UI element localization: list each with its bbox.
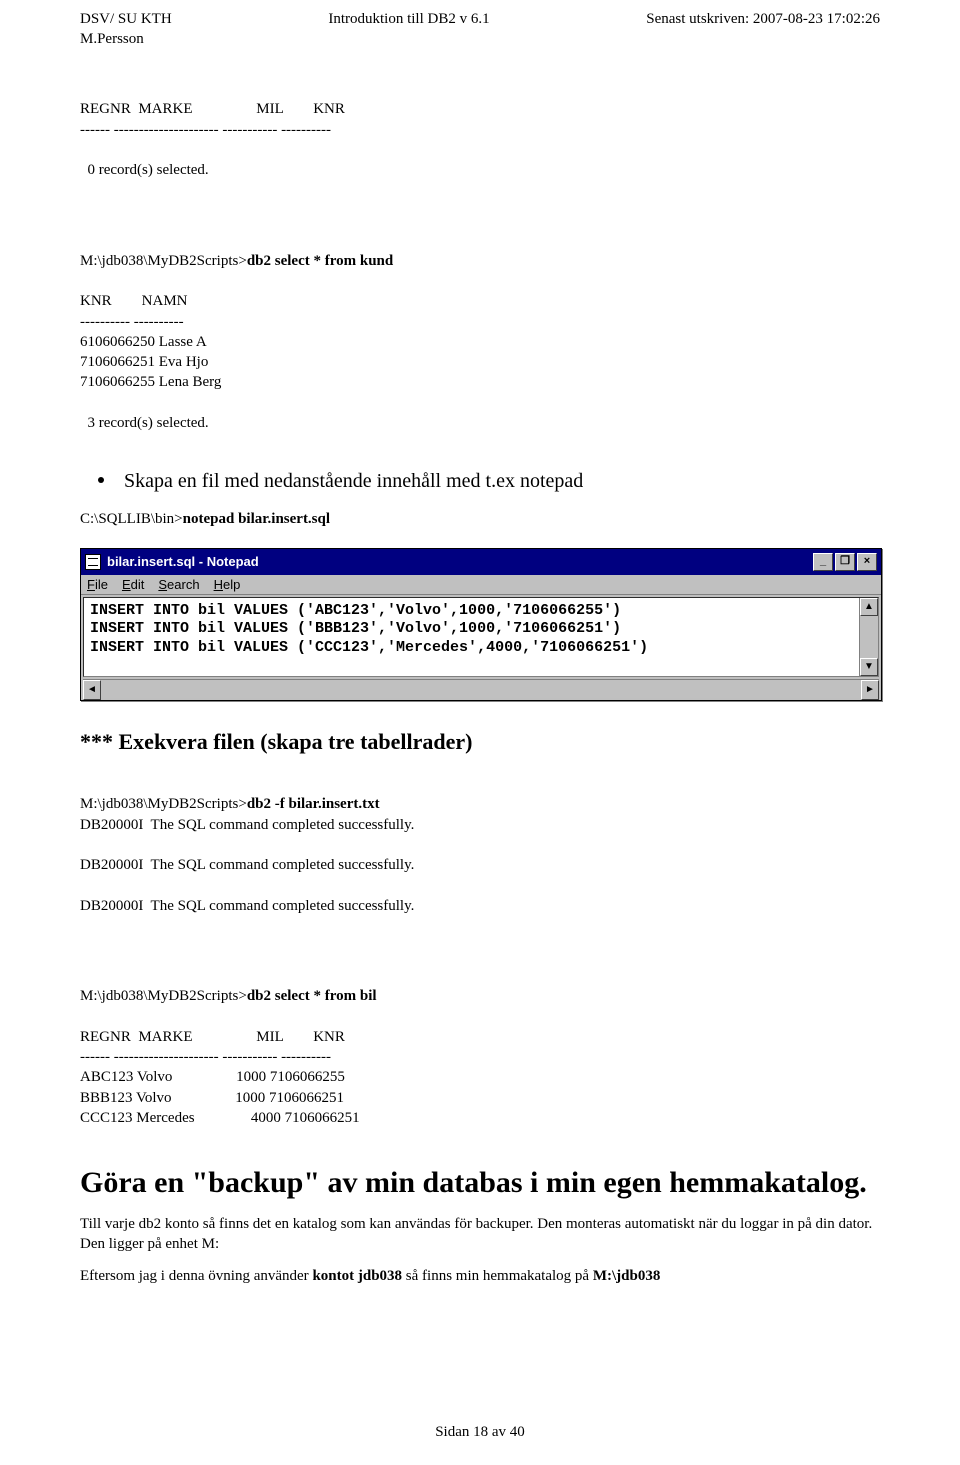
close-button[interactable]: × [857,553,877,571]
bullet-create-file: Skapa en fil med nedanstående innehåll m… [80,467,880,495]
vertical-scrollbar[interactable]: ▲ ▼ [859,598,878,676]
exec-output: M:\jdb038\MyDB2Scripts>db2 -f bilar.inse… [80,774,880,936]
window-title: bilar.insert.sql - Notepad [107,554,259,569]
cmd-bold: notepad bilar.insert.sql [183,511,330,527]
cmd-bold: db2 -f bilar.insert.txt [247,796,380,812]
menu-search[interactable]: Search [158,577,199,592]
row-1: 6106066250 Lasse A [80,334,207,350]
header-center: Introduktion till DB2 v 6.1 [328,10,489,49]
editor-line-2: INSERT INTO bil VALUES ('BBB123','Volvo'… [90,620,621,637]
bullet-text: Skapa en fil med nedanstående innehåll m… [124,467,583,495]
cmd-prefix: M:\jdb038\MyDB2Scripts> [80,253,247,269]
notepad-window: bilar.insert.sql - Notepad _ ❐ × File Ed… [80,548,882,701]
row-3: 7106066255 Lena Berg [80,374,221,390]
menubar: File Edit Search Help [81,575,881,595]
scroll-down-button[interactable]: ▼ [860,658,878,676]
notepad-open-cmd: C:\SQLLIB\bin>notepad bilar.insert.sql [80,509,880,529]
separator: ---------- ---------- [80,314,184,330]
page-header: DSV/ SU KTH M.Persson Introduktion till … [80,10,880,49]
records-selected: 0 record(s) selected. [80,162,209,178]
cmd-prefix: M:\jdb038\MyDB2Scripts> [80,796,247,812]
p2-prefix: Eftersom jag i denna övning använder [80,1268,312,1284]
cols-header: REGNR MARKE MIL KNR [80,1029,345,1045]
scroll-track[interactable] [101,680,861,698]
backup-para-2: Eftersom jag i denna övning använder kon… [80,1266,880,1286]
cmd-line: M:\jdb038\MyDB2Scripts>db2 select * from… [80,988,377,1004]
maximize-button[interactable]: ❐ [835,553,855,571]
cmd-line: M:\jdb038\MyDB2Scripts>db2 select * from… [80,253,393,269]
cmd-bold: db2 select * from kund [247,253,393,269]
cmd-prefix: M:\jdb038\MyDB2Scripts> [80,988,247,1004]
editor-line-1: INSERT INTO bil VALUES ('ABC123','Volvo'… [90,602,621,619]
header-left-1: DSV/ SU KTH [80,11,172,27]
row-2: BBB123 Volvo 1000 7106066251 [80,1090,344,1106]
backup-para-1: Till varje db2 konto så finns det en kat… [80,1214,880,1255]
p2-bold-1: kontot jdb038 [312,1268,402,1284]
p2-bold-2: M:\jdb038 [593,1268,661,1284]
minimize-button[interactable]: _ [813,553,833,571]
success-msg-3: DB20000I The SQL command completed succe… [80,898,414,914]
success-msg-1: DB20000I The SQL command completed succe… [80,817,414,833]
notepad-app-icon [85,554,101,570]
cmd-prefix: C:\SQLLIB\bin> [80,511,183,527]
horizontal-scrollbar[interactable]: ◄ ► [83,679,879,698]
success-msg-2: DB20000I The SQL command completed succe… [80,857,414,873]
cmd-bold: db2 select * from bil [247,988,377,1004]
separator: ------ --------------------- -----------… [80,122,331,138]
menu-help[interactable]: Help [214,577,241,592]
records-selected: 3 record(s) selected. [80,415,209,431]
output-block-bil: M:\jdb038\MyDB2Scripts>db2 select * from… [80,966,880,1148]
section-title-execute: *** Exekvera filen (skapa tre tabellrade… [80,727,880,757]
cols-header: REGNR MARKE MIL KNR [80,101,345,117]
scroll-up-button[interactable]: ▲ [860,598,878,616]
output-block-kund: M:\jdb038\MyDB2Scripts>db2 select * from… [80,231,880,454]
cols-header: KNR NAMN [80,293,188,309]
row-3: CCC123 Mercedes 4000 7106066251 [80,1110,360,1126]
cmd-line: M:\jdb038\MyDB2Scripts>db2 -f bilar.inse… [80,796,380,812]
editor-content[interactable]: INSERT INTO bil VALUES ('ABC123','Volvo'… [84,598,859,676]
header-left: DSV/ SU KTH M.Persson [80,10,172,49]
bullet-dot-icon [98,477,104,483]
page-footer: Sidan 18 av 40 [0,1424,960,1441]
header-left-2: M.Persson [80,31,144,47]
output-block-regnr-empty: REGNR MARKE MIL KNR ------ -------------… [80,79,880,201]
scroll-right-button[interactable]: ► [861,680,879,700]
separator: ------ --------------------- -----------… [80,1049,331,1065]
section-title-backup: Göra en "backup" av min databas i min eg… [80,1164,880,1202]
titlebar[interactable]: bilar.insert.sql - Notepad _ ❐ × [81,549,881,575]
scroll-left-button[interactable]: ◄ [83,680,101,700]
row-2: 7106066251 Eva Hjo [80,354,208,370]
header-right: Senast utskriven: 2007-08-23 17:02:26 [646,10,880,49]
menu-edit[interactable]: Edit [122,577,144,592]
p2-mid: så finns min hemmakatalog på [402,1268,593,1284]
menu-file[interactable]: File [87,577,108,592]
editor-line-3: INSERT INTO bil VALUES ('CCC123','Merced… [90,639,648,656]
row-1: ABC123 Volvo 1000 7106066255 [80,1069,345,1085]
